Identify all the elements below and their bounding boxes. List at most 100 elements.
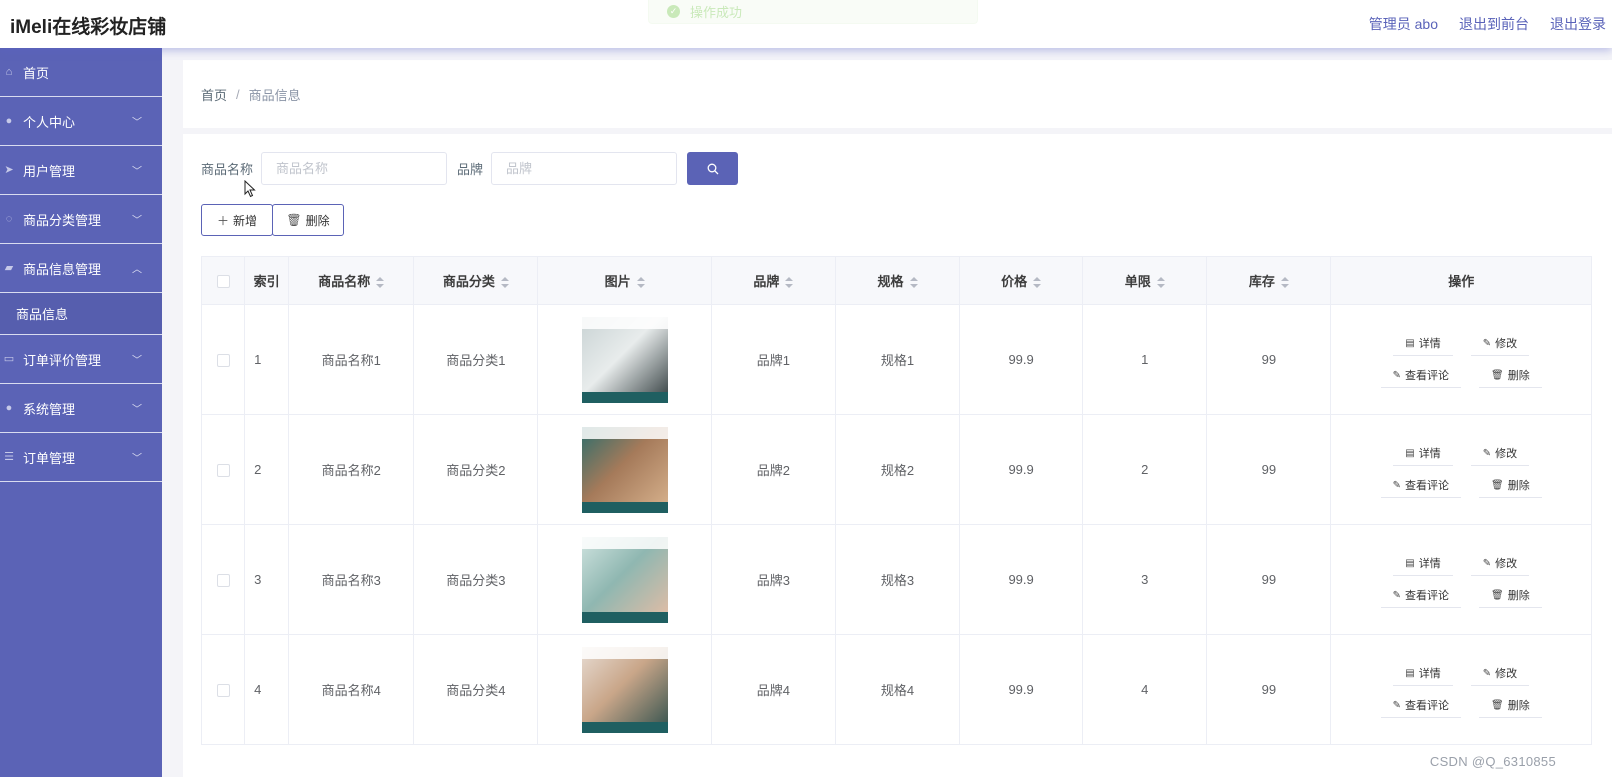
chat-icon: ▭ [3, 353, 15, 365]
admin-user-link[interactable]: 管理员 abo [1369, 14, 1438, 34]
row-select-cell [200, 414, 246, 525]
product-image[interactable] [581, 536, 668, 623]
row-checkbox[interactable] [216, 354, 230, 368]
edit-label: 修改 [1495, 558, 1518, 570]
row-delete-label: 删除 [1507, 480, 1530, 492]
detail-button[interactable]: ▤ 详情 [1393, 662, 1453, 686]
chevron-down-icon: ﹀ [132, 166, 142, 178]
view-reviews-button[interactable]: ✎ 查看评论 [1380, 694, 1462, 718]
edit-button[interactable]: ✎ 修改 [1470, 332, 1530, 356]
sidebar-item-personal-center[interactable]: ● 个人中心 ﹀ [0, 97, 162, 146]
row-checkbox[interactable] [216, 574, 230, 588]
sort-icon[interactable] [1033, 277, 1042, 289]
column-header-name[interactable]: 商品名称 [288, 256, 415, 305]
product-name-input[interactable] [261, 152, 448, 185]
sidebar-item-user-management[interactable]: ➤ 用户管理 ﹀ [0, 146, 162, 195]
sort-icon[interactable] [500, 277, 509, 289]
row-delete-button[interactable]: 🗑 删除 [1479, 694, 1542, 718]
cell-brand: 品牌4 [710, 634, 836, 745]
detail-button[interactable]: ▤ 详情 [1393, 442, 1453, 466]
sidebar-item-order-review-management[interactable]: ▭ 订单评价管理 ﹀ [0, 335, 162, 384]
edit-button[interactable]: ✎ 修改 [1470, 552, 1530, 576]
view-reviews-button[interactable]: ✎ 查看评论 [1380, 584, 1462, 608]
image-footer [581, 391, 668, 403]
sort-icon[interactable] [636, 277, 645, 289]
column-header-category[interactable]: 商品分类 [413, 256, 539, 305]
sidebar-item-label: 商品分类管理 [23, 212, 102, 228]
column-header-index: 索引 [244, 256, 290, 305]
search-button[interactable] [687, 152, 739, 185]
product-image[interactable] [581, 426, 668, 513]
power-icon: ◌ [5, 213, 13, 225]
product-image[interactable] [581, 316, 668, 403]
cell-actions: ▤ 详情 ✎ 修改 ✎ 查看评论 🗑 删除 [1330, 634, 1592, 745]
sidebar-item-home[interactable]: ⌂ 首页 [0, 48, 162, 97]
table-body: 1 商品名称1 商品分类1 品牌1 规格1 99.9 1 99 ▤ 详情 ✎ 修改 … [200, 304, 1592, 745]
column-header-brand[interactable]: 品牌 [710, 256, 836, 305]
row-actions: ▤ 详情 ✎ 修改 ✎ 查看评论 🗑 删除 [1346, 548, 1576, 612]
cell-actions: ▤ 详情 ✎ 修改 ✎ 查看评论 🗑 删除 [1330, 304, 1592, 415]
sidebar-item-label: 商品信息管理 [23, 261, 102, 277]
column-header-label: 价格 [1001, 274, 1028, 289]
breadcrumb-home[interactable]: 首页 [201, 85, 227, 104]
cell-image [537, 634, 712, 745]
column-header-spec[interactable]: 规格 [834, 256, 961, 305]
detail-label: 详情 [1418, 668, 1441, 680]
pencil-icon: ✎ [1482, 557, 1492, 569]
edit-button[interactable]: ✎ 修改 [1470, 662, 1530, 686]
cell-limit: 1 [1082, 304, 1208, 415]
cell-index: 2 [244, 414, 290, 525]
document-icon: ▤ [1405, 447, 1415, 459]
product-image[interactable] [581, 646, 668, 733]
select-all-checkbox[interactable] [216, 275, 230, 289]
sidebar-item-system-management[interactable]: ● 系统管理 ﹀ [0, 384, 162, 433]
sort-icon[interactable] [1156, 277, 1165, 289]
search-icon [707, 163, 718, 174]
cell-stock: 99 [1206, 414, 1332, 525]
app-title: iMeli在线彩妆店铺 [10, 17, 167, 38]
row-checkbox[interactable] [216, 464, 230, 478]
sidebar-item-category-management[interactable]: ◌ 商品分类管理 ﹀ [0, 195, 162, 244]
brand-input[interactable] [491, 152, 678, 185]
logout-link[interactable]: 退出登录 [1550, 14, 1606, 34]
detail-button[interactable]: ▤ 详情 [1393, 552, 1453, 576]
edit-button[interactable]: ✎ 修改 [1470, 442, 1530, 466]
exit-to-frontend-link[interactable]: 退出到前台 [1459, 14, 1529, 34]
document-icon: ▤ [1405, 337, 1415, 349]
image-footer [581, 721, 668, 733]
column-header-price[interactable]: 价格 [959, 256, 1084, 305]
sidebar-subitem-product-info[interactable]: 商品信息 [0, 293, 162, 335]
select-all-cell [200, 256, 246, 305]
image-banner [581, 646, 668, 659]
sidebar-item-product-info-management[interactable]: ▰ 商品信息管理 ︿ [0, 244, 162, 293]
column-header-label: 规格 [877, 274, 904, 289]
sidebar-item-order-management[interactable]: ☰ 订单管理 ﹀ [0, 433, 162, 482]
column-header-image[interactable]: 图片 [537, 256, 712, 305]
pencil-icon: ✎ [1482, 667, 1492, 679]
sort-icon[interactable] [785, 277, 794, 289]
brand-label: 品牌 [457, 162, 484, 177]
row-delete-button[interactable]: 🗑 删除 [1479, 364, 1542, 388]
row-delete-label: 删除 [1507, 370, 1530, 382]
sort-icon[interactable] [376, 277, 385, 289]
view-reviews-button[interactable]: ✎ 查看评论 [1380, 474, 1462, 498]
column-header-stock[interactable]: 库存 [1206, 256, 1332, 305]
cell-category: 商品分类2 [413, 414, 539, 525]
row-checkbox[interactable] [216, 684, 230, 698]
batch-delete-button[interactable]: 🗑 删除 [272, 204, 344, 236]
sort-icon[interactable] [909, 277, 918, 289]
view-reviews-button[interactable]: ✎ 查看评论 [1380, 364, 1462, 388]
column-header-limit[interactable]: 单限 [1082, 256, 1208, 305]
row-delete-button[interactable]: 🗑 删除 [1479, 584, 1542, 608]
column-header-label: 单限 [1124, 274, 1151, 289]
row-delete-button[interactable]: 🗑 删除 [1479, 474, 1542, 498]
toast-text: 操作成功 [690, 5, 743, 20]
add-button[interactable]: ＋ 新增 [201, 204, 273, 236]
image-banner [581, 316, 668, 329]
detail-button[interactable]: ▤ 详情 [1393, 332, 1453, 356]
search-form: 商品名称 品牌 [201, 152, 739, 185]
header-links: 管理员 abo 退出到前台 退出登录 [1369, 14, 1606, 34]
view-reviews-label: 查看评论 [1405, 480, 1450, 492]
trash-icon: 🗑 [1491, 589, 1504, 601]
sort-icon[interactable] [1280, 277, 1289, 289]
